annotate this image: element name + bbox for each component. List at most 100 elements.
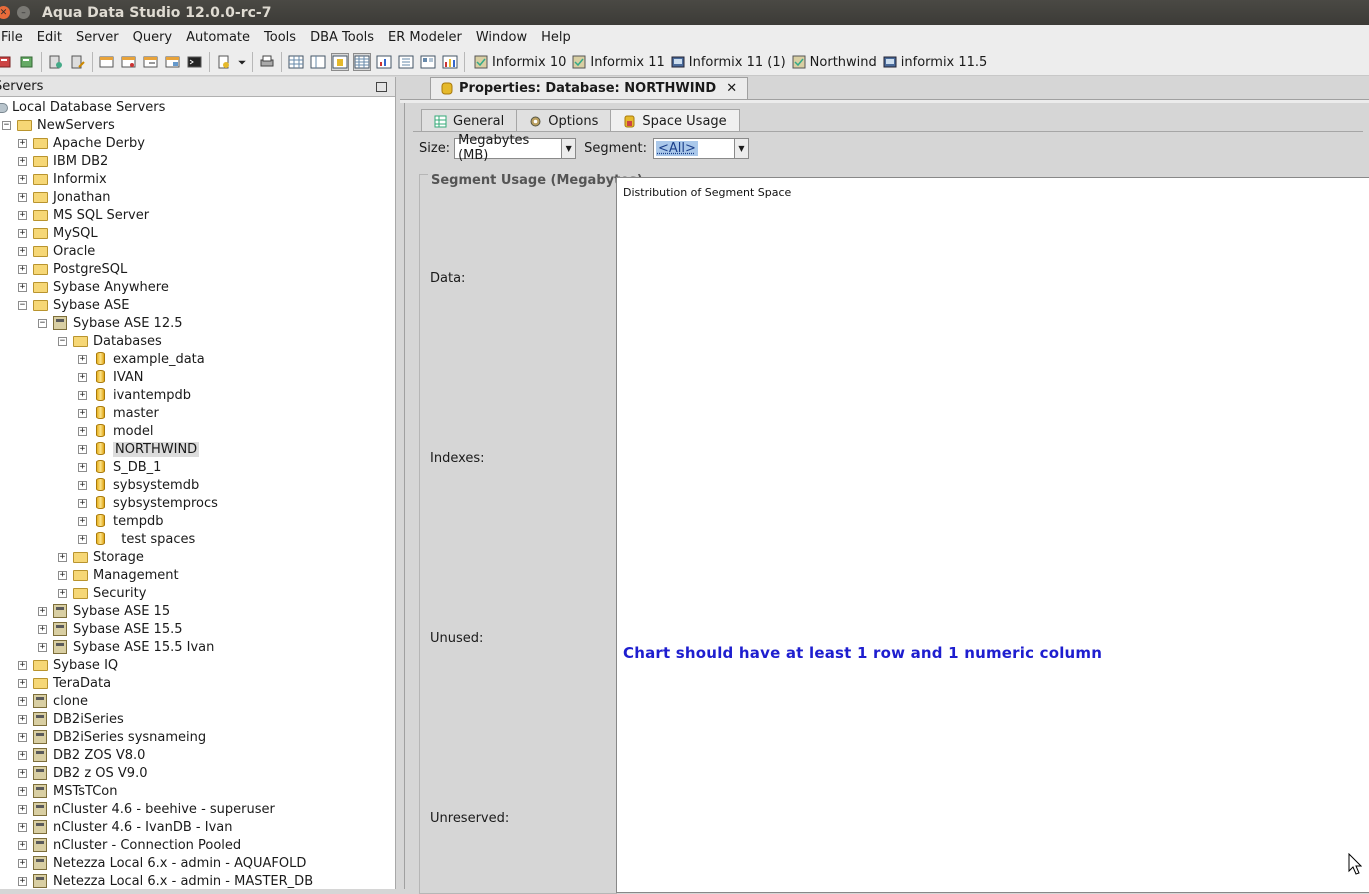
dropdown-arrow-icon[interactable] bbox=[237, 53, 247, 71]
close-tab-icon[interactable]: ✕ bbox=[726, 81, 737, 96]
expand-icon[interactable]: + bbox=[18, 247, 27, 256]
expand-icon[interactable]: + bbox=[78, 535, 87, 544]
tree-node[interactable]: + clone bbox=[18, 692, 88, 710]
tree-node[interactable]: + MS SQL Server bbox=[18, 206, 149, 224]
tree-node[interactable]: + IVAN bbox=[78, 368, 144, 386]
tree-node[interactable]: + DB2iSeries bbox=[18, 710, 124, 728]
collapse-icon[interactable]: − bbox=[38, 319, 47, 328]
tree-node[interactable]: Local Database Servers bbox=[0, 98, 165, 116]
expand-icon[interactable]: + bbox=[78, 409, 87, 418]
tree-node[interactable]: + ivantempdb bbox=[78, 386, 191, 404]
expand-icon[interactable]: + bbox=[38, 607, 47, 616]
expand-icon[interactable]: + bbox=[78, 445, 87, 454]
expand-icon[interactable]: + bbox=[78, 463, 87, 472]
tree-node[interactable]: + Jonathan bbox=[18, 188, 111, 206]
tree-node[interactable]: + nCluster 4.6 - beehive - superuser bbox=[18, 800, 275, 818]
expand-icon[interactable]: + bbox=[18, 229, 27, 238]
expand-icon[interactable]: + bbox=[18, 265, 27, 274]
expand-icon[interactable]: + bbox=[18, 157, 27, 166]
expand-icon[interactable]: + bbox=[18, 877, 27, 886]
minimize-window-icon[interactable]: – bbox=[17, 6, 30, 19]
chevron-down-icon[interactable]: ▼ bbox=[734, 139, 748, 158]
tree-node[interactable]: + NORTHWIND bbox=[78, 440, 199, 458]
expand-icon[interactable]: + bbox=[58, 589, 67, 598]
bar-chart-icon[interactable] bbox=[441, 53, 459, 71]
expand-icon[interactable]: + bbox=[38, 643, 47, 652]
chart-view-icon[interactable] bbox=[375, 53, 393, 71]
expand-icon[interactable]: + bbox=[78, 517, 87, 526]
server-tab-informix-10[interactable]: Informix 10 bbox=[474, 55, 566, 70]
detail-view-icon[interactable] bbox=[419, 53, 437, 71]
expand-icon[interactable]: + bbox=[18, 211, 27, 220]
script-icon[interactable] bbox=[215, 53, 233, 71]
edit-server-icon[interactable] bbox=[69, 53, 87, 71]
tab-options[interactable]: Options bbox=[516, 109, 611, 132]
tree-node[interactable]: + example_data bbox=[78, 350, 205, 368]
tree-node[interactable]: + Netezza Local 6.x - admin - AQUAFOLD bbox=[18, 854, 306, 872]
tree-node[interactable]: + IBM DB2 bbox=[18, 152, 108, 170]
tree-node[interactable]: + model bbox=[78, 422, 153, 440]
tree-node[interactable]: + PostgreSQL bbox=[18, 260, 127, 278]
tree-node[interactable]: + nCluster - Connection Pooled bbox=[18, 836, 241, 854]
expand-icon[interactable]: + bbox=[78, 373, 87, 382]
menu-help[interactable]: Help bbox=[534, 30, 578, 45]
expand-icon[interactable]: + bbox=[38, 625, 47, 634]
tree-node[interactable]: + tempdb bbox=[78, 512, 164, 530]
tree-node[interactable]: + Sybase Anywhere bbox=[18, 278, 169, 296]
collapse-icon[interactable]: − bbox=[2, 121, 11, 130]
print-icon[interactable] bbox=[258, 53, 276, 71]
expand-icon[interactable]: + bbox=[78, 481, 87, 490]
collapse-icon[interactable]: − bbox=[18, 301, 27, 310]
tree-node[interactable]: + MySQL bbox=[18, 224, 98, 242]
tree-node[interactable]: + Management bbox=[58, 566, 179, 584]
expand-icon[interactable]: + bbox=[18, 805, 27, 814]
expand-icon[interactable]: + bbox=[18, 175, 27, 184]
expand-icon[interactable]: + bbox=[18, 841, 27, 850]
tree-node[interactable]: + Oracle bbox=[18, 242, 95, 260]
tree-node[interactable]: + Apache Derby bbox=[18, 134, 145, 152]
menu-window[interactable]: Window bbox=[469, 30, 534, 45]
expand-icon[interactable]: + bbox=[78, 499, 87, 508]
expand-icon[interactable]: + bbox=[18, 193, 27, 202]
menu-query[interactable]: Query bbox=[126, 30, 180, 45]
expand-icon[interactable]: + bbox=[18, 715, 27, 724]
tree-node[interactable]: + MSTsTCon bbox=[18, 782, 117, 800]
query-window-icon[interactable] bbox=[98, 53, 116, 71]
tree-node[interactable]: + Informix bbox=[18, 170, 107, 188]
tree-node[interactable]: + Netezza Local 6.x - admin - MASTER_DB bbox=[18, 872, 313, 889]
expand-icon[interactable]: + bbox=[78, 391, 87, 400]
tree-node[interactable]: + Storage bbox=[58, 548, 144, 566]
tree-node[interactable]: + DB2 ZOS V8.0 bbox=[18, 746, 145, 764]
connect-icon[interactable] bbox=[18, 53, 36, 71]
split-view-icon[interactable] bbox=[309, 53, 327, 71]
query-window-3-icon[interactable] bbox=[142, 53, 160, 71]
menu-edit[interactable]: Edit bbox=[30, 30, 69, 45]
expand-icon[interactable]: + bbox=[18, 787, 27, 796]
tree-node[interactable]: + Security bbox=[58, 584, 146, 602]
menu-er-modeler[interactable]: ER Modeler bbox=[381, 30, 469, 45]
tree-node[interactable]: − NewServers bbox=[2, 116, 115, 134]
tree-node[interactable]: − Sybase ASE bbox=[18, 296, 129, 314]
tab-general[interactable]: General bbox=[421, 109, 517, 132]
register-server-icon[interactable] bbox=[47, 53, 65, 71]
expand-icon[interactable]: + bbox=[18, 751, 27, 760]
tree-node[interactable]: + master bbox=[78, 404, 159, 422]
expand-icon[interactable]: + bbox=[18, 823, 27, 832]
grid-view-icon[interactable] bbox=[287, 53, 305, 71]
tree-node[interactable]: + S_DB_1 bbox=[78, 458, 161, 476]
tree-node[interactable]: + Sybase IQ bbox=[18, 656, 118, 674]
tab-properties-northwind[interactable]: Properties: Database: NORTHWIND ✕ bbox=[430, 77, 748, 99]
menu-dba-tools[interactable]: DBA Tools bbox=[303, 30, 381, 45]
expand-icon[interactable]: + bbox=[78, 427, 87, 436]
expand-icon[interactable]: + bbox=[58, 553, 67, 562]
server-tab-northwind[interactable]: Northwind bbox=[792, 55, 877, 70]
expand-icon[interactable]: + bbox=[18, 769, 27, 778]
close-window-icon[interactable]: ✕ bbox=[0, 6, 10, 19]
list-view-icon[interactable] bbox=[397, 53, 415, 71]
tree-node[interactable]: + test spaces bbox=[78, 530, 195, 548]
expand-icon[interactable]: + bbox=[78, 355, 87, 364]
server-tab-informix-11-1[interactable]: Informix 11 (1) bbox=[671, 55, 786, 70]
table-view-icon[interactable] bbox=[353, 53, 371, 71]
menu-server[interactable]: Server bbox=[69, 30, 126, 45]
tree-node[interactable]: + sybsystemprocs bbox=[78, 494, 218, 512]
